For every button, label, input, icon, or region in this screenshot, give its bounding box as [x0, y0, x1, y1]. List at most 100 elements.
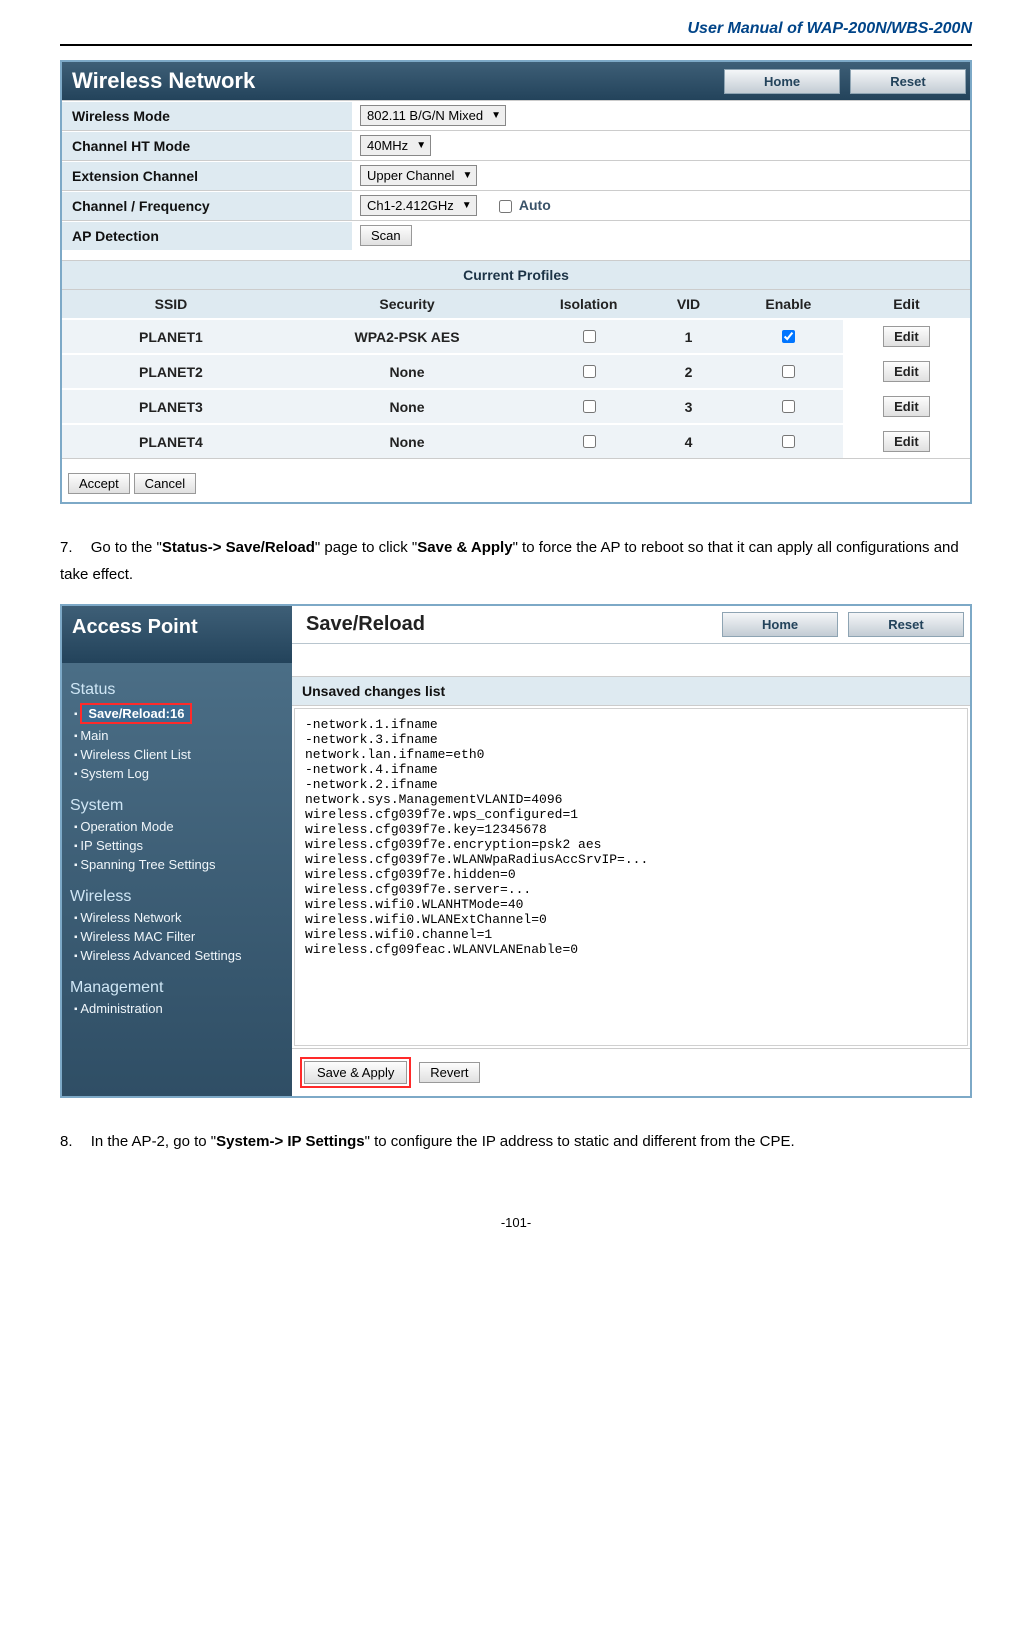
cell-isolation: [534, 319, 643, 354]
step7-b2: Save & Apply: [417, 539, 512, 556]
step8-b1: System-> IP Settings: [216, 1133, 365, 1150]
cell-edit: Edit: [843, 354, 970, 389]
isolation-checkbox[interactable]: [583, 435, 596, 448]
edit-button[interactable]: Edit: [883, 431, 930, 452]
accept-button[interactable]: Accept: [68, 473, 130, 494]
cell-ssid: PLANET1: [62, 319, 280, 354]
revert-button[interactable]: Revert: [419, 1062, 479, 1083]
cancel-button[interactable]: Cancel: [134, 473, 196, 494]
select-channel-freq[interactable]: Ch1-2.412GHz ▼: [360, 195, 477, 216]
wireless-network-panel: Wireless Network Home Reset Wireless Mod…: [60, 60, 972, 504]
cell-vid: 4: [643, 424, 734, 458]
cell-ssid: PLANET2: [62, 354, 280, 389]
enable-checkbox[interactable]: [782, 365, 795, 378]
step7-b1: Status-> Save/Reload: [162, 539, 315, 556]
cell-isolation: [534, 389, 643, 424]
select-channel-ht-value: 40MHz: [367, 138, 408, 153]
sidebar-item[interactable]: System Log: [70, 764, 292, 783]
save-apply-button[interactable]: Save & Apply: [304, 1061, 407, 1084]
sidebar-body: Status Save/Reload:16 MainWireless Clien…: [62, 663, 292, 1096]
table-row: PLANET4None4Edit: [62, 424, 970, 458]
th-ssid: SSID: [62, 290, 280, 320]
home-button-2[interactable]: Home: [722, 612, 838, 637]
panel1-footer: Accept Cancel: [62, 458, 970, 502]
sidebar-item[interactable]: Administration: [70, 999, 292, 1018]
profiles-table: SSID Security Isolation VID Enable Edit …: [62, 289, 970, 458]
chevron-down-icon: ▼: [462, 200, 472, 211]
sidebar-section-wireless: Wireless: [70, 888, 292, 906]
select-wireless-mode[interactable]: 802.11 B/G/N Mixed ▼: [360, 105, 506, 126]
cell-edit: Edit: [843, 424, 970, 458]
cell-vid: 2: [643, 354, 734, 389]
main2-title: Save/Reload: [306, 613, 425, 636]
save-reload-highlight: Save/Reload:16: [80, 703, 192, 724]
select-channel-freq-value: Ch1-2.412GHz: [367, 198, 454, 213]
step8-post: " to configure the IP address to static …: [365, 1133, 795, 1150]
panel1-title: Wireless Network: [72, 68, 255, 94]
edit-button[interactable]: Edit: [883, 396, 930, 417]
sidebar-item[interactable]: Wireless Client List: [70, 745, 292, 764]
isolation-checkbox[interactable]: [583, 400, 596, 413]
auto-label: Auto: [519, 197, 551, 213]
select-wireless-mode-value: 802.11 B/G/N Mixed: [367, 108, 483, 123]
edit-button[interactable]: Edit: [883, 326, 930, 347]
sidebar: Access Point Status Save/Reload:16 MainW…: [62, 606, 292, 1096]
step8-pre: In the AP-2, go to ": [91, 1133, 216, 1150]
cell-ssid: PLANET4: [62, 424, 280, 458]
sidebar-item[interactable]: Wireless MAC Filter: [70, 927, 292, 946]
cell-enable: [734, 424, 843, 458]
label-ap-detection: AP Detection: [62, 222, 352, 250]
cell-edit: Edit: [843, 389, 970, 424]
sidebar-item[interactable]: Main: [70, 726, 292, 745]
th-security: Security: [280, 290, 534, 320]
chevron-down-icon: ▼: [462, 170, 472, 181]
reset-button[interactable]: Reset: [850, 69, 966, 94]
reset-button-2[interactable]: Reset: [848, 612, 964, 637]
sidebar-item[interactable]: Spanning Tree Settings: [70, 855, 292, 874]
cell-edit: Edit: [843, 319, 970, 354]
auto-checkbox-wrap: Auto: [495, 197, 551, 213]
step7-num: 7.: [60, 539, 73, 556]
main2-titlebar: Save/Reload Home Reset: [292, 606, 970, 644]
auto-checkbox[interactable]: [499, 200, 512, 213]
th-isolation: Isolation: [534, 290, 643, 320]
label-channel-freq: Channel / Frequency: [62, 192, 352, 220]
step7-pre: Go to the ": [91, 539, 162, 556]
scan-button[interactable]: Scan: [360, 225, 412, 246]
sidebar-section-system: System: [70, 797, 292, 815]
main2-footer: Save & Apply Revert: [292, 1048, 970, 1096]
isolation-checkbox[interactable]: [583, 330, 596, 343]
select-channel-ht[interactable]: 40MHz ▼: [360, 135, 431, 156]
chevron-down-icon: ▼: [416, 140, 426, 151]
enable-checkbox[interactable]: [782, 330, 795, 343]
sidebar-item[interactable]: Operation Mode: [70, 817, 292, 836]
step7-mid: " page to click ": [315, 539, 417, 556]
edit-button[interactable]: Edit: [883, 361, 930, 382]
sidebar-title: Access Point: [62, 606, 292, 663]
step-7: 7. Go to the "Status-> Save/Reload" page…: [60, 534, 972, 588]
sidebar-item[interactable]: IP Settings: [70, 836, 292, 855]
label-ext-channel: Extension Channel: [62, 162, 352, 190]
table-row: PLANET3None3Edit: [62, 389, 970, 424]
select-ext-channel-value: Upper Channel: [367, 168, 454, 183]
cell-security: WPA2-PSK AES: [280, 319, 534, 354]
cell-security: None: [280, 389, 534, 424]
label-wireless-mode: Wireless Mode: [62, 102, 352, 130]
sidebar-item-save-reload[interactable]: Save/Reload:16: [70, 701, 292, 726]
unsaved-changes-list: -network.1.ifname -network.3.ifname netw…: [294, 708, 968, 1046]
cell-vid: 3: [643, 389, 734, 424]
sidebar-item[interactable]: Wireless Network: [70, 908, 292, 927]
enable-checkbox[interactable]: [782, 435, 795, 448]
enable-checkbox[interactable]: [782, 400, 795, 413]
table-row: PLANET1WPA2-PSK AES1Edit: [62, 319, 970, 354]
doc-header: User Manual of WAP-200N/WBS-200N: [60, 20, 972, 46]
sidebar-item[interactable]: Wireless Advanced Settings: [70, 946, 292, 965]
cell-enable: [734, 319, 843, 354]
cell-enable: [734, 354, 843, 389]
home-button[interactable]: Home: [724, 69, 840, 94]
cell-isolation: [534, 354, 643, 389]
isolation-checkbox[interactable]: [583, 365, 596, 378]
select-ext-channel[interactable]: Upper Channel ▼: [360, 165, 477, 186]
table-row: PLANET2None2Edit: [62, 354, 970, 389]
cell-enable: [734, 389, 843, 424]
